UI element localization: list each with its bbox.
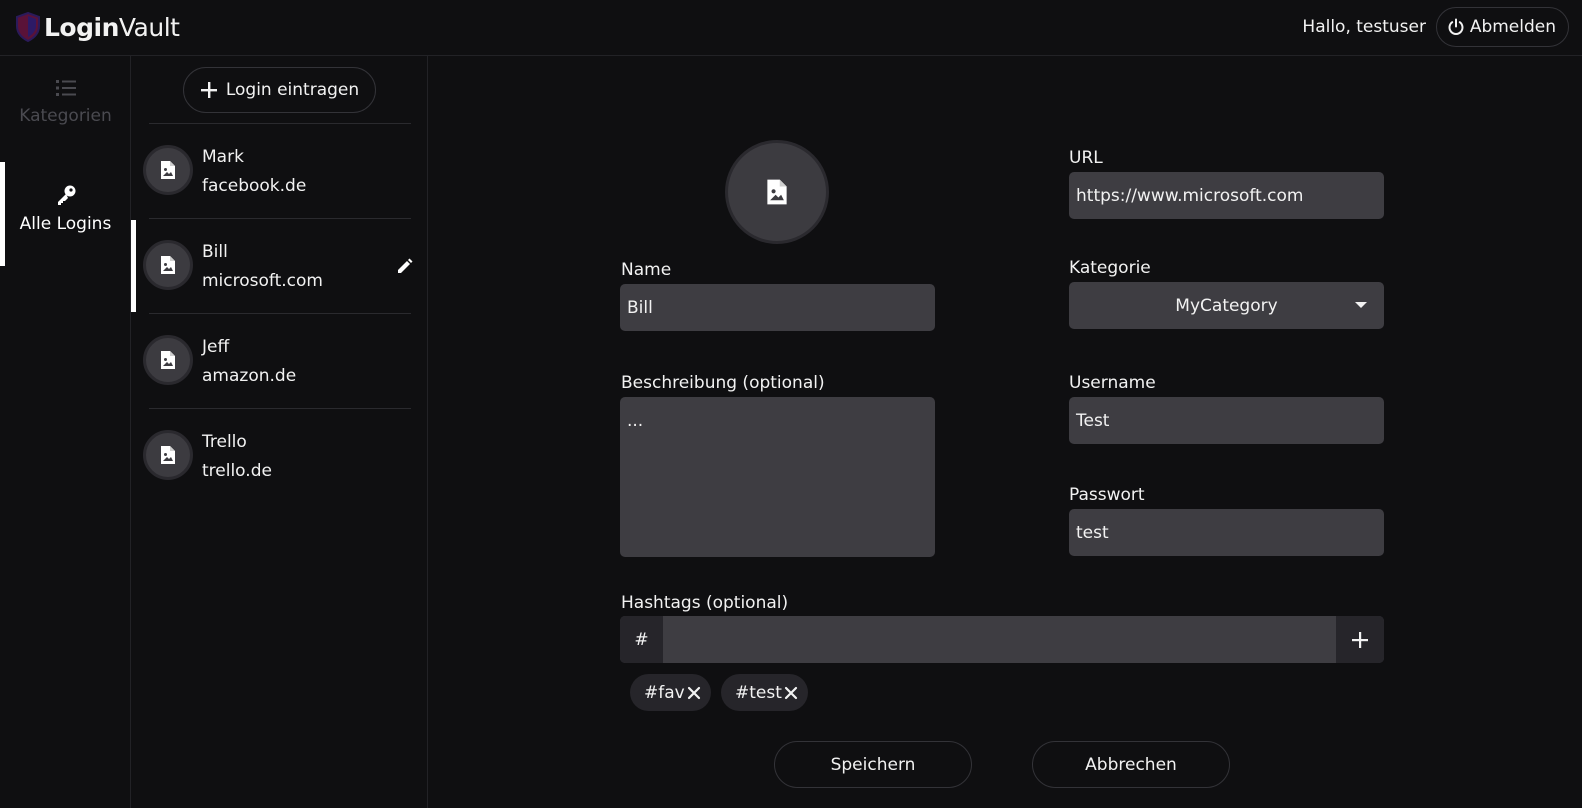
divider	[149, 218, 411, 219]
rail-label-all-logins: Alle Logins	[19, 214, 112, 234]
divider	[149, 313, 411, 314]
url-field[interactable]: https://www.microsoft.com	[1069, 172, 1384, 219]
login-icon-upload[interactable]	[725, 140, 829, 244]
name-field[interactable]: Bill	[620, 284, 935, 331]
login-domain: amazon.de	[202, 366, 297, 386]
name-label: Name	[621, 260, 672, 280]
add-hashtag-button[interactable]	[1336, 616, 1384, 663]
selected-indicator	[131, 220, 136, 312]
key-icon	[57, 185, 75, 205]
url-value: https://www.microsoft.com	[1076, 185, 1304, 206]
rail-label-categories: Kategorien	[19, 106, 112, 126]
hashtag-input-group: #	[620, 616, 1384, 663]
password-value: test	[1076, 522, 1109, 543]
rail-item-all-logins[interactable]: Alle Logins	[0, 162, 131, 266]
list-item[interactable]: Jeff amazon.de	[131, 313, 428, 408]
power-icon	[1448, 18, 1464, 35]
hashtags-label: Hashtags (optional)	[621, 593, 789, 613]
user-greeting: Hallo, testuser	[1302, 17, 1426, 37]
save-button[interactable]: Speichern	[774, 741, 972, 788]
login-domain: facebook.de	[202, 176, 307, 196]
name-value: Bill	[627, 297, 653, 318]
hashtag-text: #test	[735, 682, 782, 703]
password-field[interactable]: test	[1069, 509, 1384, 556]
hashtag-input[interactable]	[663, 616, 1336, 663]
category-label: Kategorie	[1069, 258, 1151, 278]
username-field[interactable]: Test	[1069, 397, 1384, 444]
rail-item-categories[interactable]: Kategorien	[0, 78, 131, 126]
close-icon[interactable]	[687, 686, 701, 700]
description-label: Beschreibung (optional)	[621, 373, 825, 393]
list-item-selected[interactable]: Bill microsoft.com	[131, 218, 428, 313]
app-logo[interactable]: LoginVault	[15, 12, 180, 42]
close-icon[interactable]	[784, 686, 798, 700]
hash-prefix: #	[620, 616, 663, 663]
list-item[interactable]: Mark facebook.de	[131, 123, 428, 218]
login-list: Login eintragen Mark facebook.de Bill mi…	[131, 56, 428, 808]
login-domain: trello.de	[202, 461, 272, 481]
add-login-button[interactable]: Login eintragen	[183, 67, 376, 113]
logout-button[interactable]: Abmelden	[1435, 7, 1569, 47]
top-bar: LoginVault Hallo, testuser Abmelden	[0, 0, 1582, 56]
avatar	[143, 240, 193, 290]
image-file-icon	[767, 179, 787, 205]
hashtag-chip: #fav	[630, 674, 711, 711]
description-value: ...	[627, 411, 644, 431]
login-domain: microsoft.com	[202, 271, 323, 291]
login-name: Bill	[202, 242, 228, 262]
caret-down-icon	[1355, 302, 1367, 308]
login-name: Trello	[202, 432, 247, 452]
logout-label: Abmelden	[1469, 17, 1556, 37]
app-name: LoginVault	[44, 12, 180, 42]
image-file-icon	[161, 351, 175, 369]
description-field[interactable]: ...	[620, 397, 935, 557]
list-icon	[55, 80, 76, 96]
add-login-label: Login eintragen	[225, 80, 360, 100]
avatar	[143, 430, 193, 480]
hashtag-chip: #test	[721, 674, 808, 711]
image-file-icon	[161, 161, 175, 179]
password-label: Passwort	[1069, 485, 1145, 505]
divider	[149, 123, 411, 124]
username-value: Test	[1076, 410, 1110, 431]
login-name: Jeff	[202, 337, 230, 357]
image-file-icon	[161, 446, 175, 464]
plus-icon	[200, 82, 217, 98]
category-select[interactable]: MyCategory	[1069, 282, 1384, 329]
plus-icon	[1352, 631, 1368, 648]
cancel-label: Abbrechen	[1085, 754, 1177, 775]
avatar	[143, 145, 193, 195]
username-label: Username	[1069, 373, 1156, 393]
divider	[149, 408, 411, 409]
pencil-icon[interactable]	[396, 258, 413, 275]
url-label: URL	[1069, 148, 1103, 168]
category-value: MyCategory	[1175, 295, 1278, 316]
nav-rail: Kategorien Alle Logins	[0, 56, 131, 808]
shield-logo-icon	[16, 12, 40, 42]
cancel-button[interactable]: Abbrechen	[1032, 741, 1230, 788]
image-file-icon	[161, 256, 175, 274]
avatar	[143, 335, 193, 385]
list-item[interactable]: Trello trello.de	[131, 408, 428, 503]
login-name: Mark	[202, 147, 244, 167]
hashtag-text: #fav	[644, 682, 685, 703]
login-edit-form: Name Bill Beschreibung (optional) ... UR…	[428, 56, 1582, 808]
active-indicator	[0, 162, 5, 266]
save-label: Speichern	[830, 754, 916, 775]
